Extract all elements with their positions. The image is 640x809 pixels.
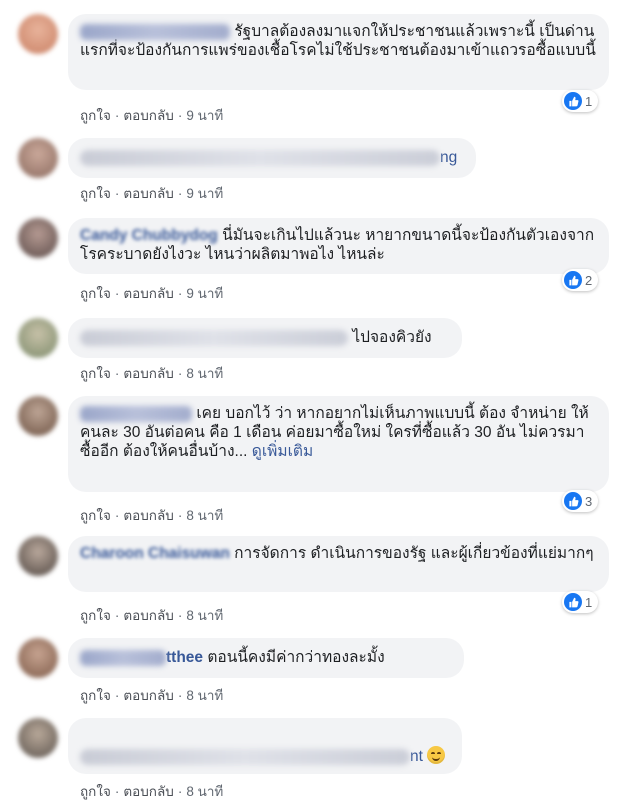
timestamp[interactable]: 8 นาที [186, 366, 223, 381]
like-link[interactable]: ถูกใจ [80, 784, 111, 799]
avatar[interactable] [18, 396, 58, 436]
separator: · [114, 366, 120, 381]
comment-bubble: เคย บอกไว้ ว่า หากอยากไม่เห็นภาพแบบนี้ ต… [68, 396, 609, 492]
reply-link[interactable]: ตอบกลับ [123, 286, 173, 301]
comment-bubble: nt [68, 718, 462, 774]
like-link[interactable]: ถูกใจ [80, 286, 111, 301]
avatar[interactable] [18, 218, 58, 258]
separator: · [177, 108, 183, 123]
like-link[interactable]: ถูกใจ [80, 508, 111, 523]
separator: · [177, 784, 183, 799]
separator: · [114, 608, 120, 623]
commenter-name-redacted[interactable] [80, 149, 440, 166]
reply-link[interactable]: ตอบกลับ [123, 688, 173, 703]
comment-actions: ถูกใจ · ตอบกลับ · 9 นาที [80, 282, 223, 304]
avatar[interactable] [18, 318, 58, 358]
comment-text: ng [440, 149, 458, 166]
commenter-name-redacted[interactable] [80, 23, 230, 40]
thumbs-up-icon [564, 492, 582, 510]
separator: · [177, 366, 183, 381]
separator: · [177, 186, 183, 201]
reaction-count[interactable]: 1 [562, 90, 599, 112]
separator: · [114, 688, 120, 703]
reaction-number: 1 [585, 594, 593, 610]
reply-link[interactable]: ตอบกลับ [123, 508, 173, 523]
reaction-count[interactable]: 3 [562, 490, 599, 512]
comment-actions: ถูกใจ · ตอบกลับ · 8 นาที [80, 504, 223, 526]
commenter-name-redacted[interactable] [80, 649, 166, 666]
like-link[interactable]: ถูกใจ [80, 366, 111, 381]
comment-bubble: Candy Chubbydog นี่มันจะเกินไปแล้วนะ หาย… [68, 218, 609, 274]
reply-link[interactable]: ตอบกลับ [123, 108, 173, 123]
avatar[interactable] [18, 536, 58, 576]
comment-bubble: ไปจองคิวยัง [68, 318, 462, 358]
separator: · [177, 608, 183, 623]
timestamp[interactable]: 8 นาที [186, 688, 223, 703]
comment-bubble: tthee ตอนนี้คงมีค่ากว่าทองละมั้ง [68, 638, 464, 678]
timestamp[interactable]: 9 นาที [186, 186, 223, 201]
reply-link[interactable]: ตอบกลับ [123, 784, 173, 799]
reaction-count[interactable]: 1 [562, 591, 599, 613]
comment-bubble: รัฐบาลต้องลงมาแจกให้ประชาชนแล้วเพราะนี้ … [68, 14, 609, 90]
comment-bubble: ng [68, 138, 476, 178]
like-link[interactable]: ถูกใจ [80, 688, 111, 703]
like-link[interactable]: ถูกใจ [80, 108, 111, 123]
timestamp[interactable]: 9 นาที [186, 108, 223, 123]
comment-text: nt [410, 748, 423, 765]
smiling-face-icon [426, 746, 445, 764]
separator: · [114, 286, 120, 301]
comment-actions: ถูกใจ · ตอบกลับ · 8 นาที [80, 362, 223, 384]
timestamp[interactable]: 8 นาที [186, 508, 223, 523]
commenter-name-redacted[interactable] [80, 748, 410, 765]
separator: · [177, 688, 183, 703]
avatar[interactable] [18, 14, 58, 54]
comment-text: ไปจองคิวยัง [352, 329, 432, 346]
commenter-name[interactable]: Candy Chubbydog [80, 227, 218, 244]
separator: · [114, 508, 120, 523]
separator: · [114, 108, 120, 123]
reaction-number: 3 [585, 493, 593, 509]
reaction-number: 1 [585, 93, 593, 109]
reply-link[interactable]: ตอบกลับ [123, 366, 173, 381]
thumbs-up-icon [564, 92, 582, 110]
comment-actions: ถูกใจ · ตอบกลับ · 8 นาที [80, 684, 223, 706]
timestamp[interactable]: 9 นาที [186, 286, 223, 301]
avatar[interactable] [18, 718, 58, 758]
see-more-link[interactable]: ดูเพิ่มเติม [252, 443, 313, 460]
comment-actions: ถูกใจ · ตอบกลับ · 8 นาที [80, 780, 223, 802]
commenter-name-redacted[interactable] [80, 329, 348, 346]
thumbs-up-icon [564, 271, 582, 289]
reply-link[interactable]: ตอบกลับ [123, 608, 173, 623]
reaction-number: 2 [585, 272, 593, 288]
comment-text: ตอนนี้คงมีค่ากว่าทองละมั้ง [207, 649, 385, 666]
separator: · [177, 286, 183, 301]
reply-link[interactable]: ตอบกลับ [123, 186, 173, 201]
thumbs-up-icon [564, 593, 582, 611]
comment-actions: ถูกใจ · ตอบกลับ · 8 นาที [80, 604, 223, 626]
comment-actions: ถูกใจ · ตอบกลับ · 9 นาที [80, 104, 223, 126]
comment-actions: ถูกใจ · ตอบกลับ · 9 นาที [80, 182, 223, 204]
avatar[interactable] [18, 638, 58, 678]
separator: · [114, 186, 120, 201]
commenter-name[interactable]: tthee [166, 649, 203, 666]
like-link[interactable]: ถูกใจ [80, 608, 111, 623]
separator: · [177, 508, 183, 523]
reaction-count[interactable]: 2 [562, 269, 599, 291]
avatar[interactable] [18, 138, 58, 178]
comment-text: การจัดการ ดำเนินการของรัฐ และผู้เกี่ยวข้… [234, 545, 594, 562]
commenter-name[interactable]: Charoon Chaisuwan [80, 545, 230, 562]
like-link[interactable]: ถูกใจ [80, 186, 111, 201]
timestamp[interactable]: 8 นาที [186, 608, 223, 623]
separator: · [114, 784, 120, 799]
timestamp[interactable]: 8 นาที [186, 784, 223, 799]
commenter-name-redacted[interactable] [80, 405, 192, 422]
comment-bubble: Charoon Chaisuwan การจัดการ ดำเนินการของ… [68, 536, 609, 592]
